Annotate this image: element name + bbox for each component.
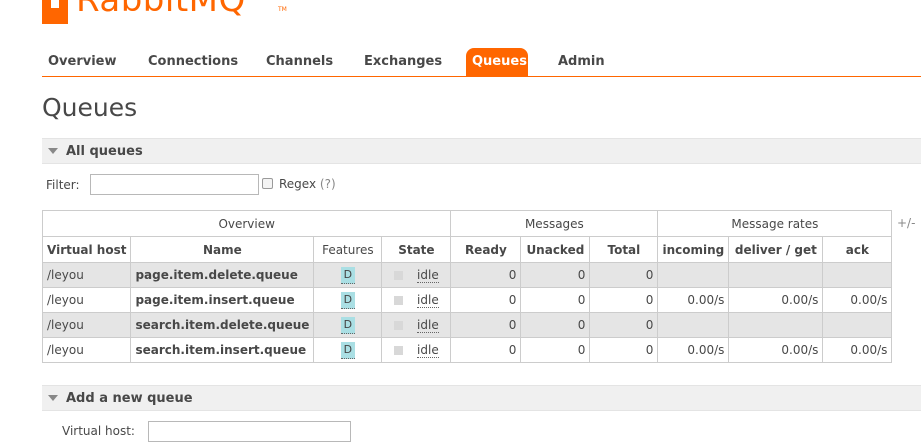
cell-ready: 0 [450, 337, 522, 363]
queues-table: Overview Messages Message rates Virtual … [41, 210, 893, 363]
regex-label-text: Regex [279, 177, 317, 191]
state-text: idle [417, 318, 439, 333]
all-queues-section-toggle[interactable]: All queues [42, 138, 921, 164]
group-message-rates: Message rates [657, 210, 893, 237]
add-queue-section-toggle[interactable]: Add a new queue [42, 385, 921, 411]
cell-total: 0 [589, 337, 659, 363]
cell-state: idle [381, 312, 452, 338]
table-row: /leyou search.item.insert.queue D idle 0… [41, 337, 893, 363]
group-overview: Overview [41, 210, 452, 237]
col-name[interactable]: Name [130, 236, 315, 263]
cell-unacked: 0 [520, 312, 591, 338]
group-messages: Messages [450, 210, 659, 237]
queue-name-link[interactable]: page.item.delete.queue [130, 262, 315, 288]
cell-vhost: /leyou [41, 312, 132, 338]
cell-incoming [657, 262, 730, 288]
cell-ack: 0.00/s [822, 287, 893, 313]
state-text: idle [417, 343, 439, 358]
durable-badge: D [340, 316, 356, 334]
durable-badge: D [340, 341, 356, 359]
col-features: Features [313, 236, 383, 263]
add-queue-field-input[interactable] [148, 421, 351, 442]
cell-vhost: /leyou [41, 262, 132, 288]
cell-ack [822, 262, 893, 288]
col-total[interactable]: Total [589, 236, 659, 263]
durable-badge: D [340, 266, 356, 284]
col-ack[interactable]: ack [822, 236, 893, 263]
cell-incoming [657, 312, 730, 338]
col-deliver-get[interactable]: deliver / get [728, 236, 824, 263]
col-virtual-host[interactable]: Virtual host [41, 236, 132, 263]
regex-label: Regex (?) [279, 177, 336, 191]
tab-connections[interactable]: Connections [142, 48, 244, 76]
column-toggle-button[interactable]: +/- [897, 216, 915, 230]
queue-name-link[interactable]: search.item.delete.queue [130, 312, 315, 338]
cell-state: idle [381, 262, 452, 288]
cell-deliver-get: 0.00/s [728, 287, 824, 313]
all-queues-title: All queues [66, 144, 143, 159]
cell-vhost: /leyou [41, 287, 132, 313]
cell-unacked: 0 [520, 287, 591, 313]
state-indicator-icon [394, 271, 404, 280]
cell-vhost: /leyou [41, 337, 132, 363]
collapse-arrow-icon [48, 148, 58, 154]
cell-ready: 0 [450, 262, 522, 288]
rabbitmq-logo-icon [42, 0, 68, 24]
cell-ready: 0 [450, 287, 522, 313]
durable-badge: D [340, 291, 356, 309]
state-indicator-icon [394, 321, 404, 330]
cell-unacked: 0 [520, 337, 591, 363]
cell-unacked: 0 [520, 262, 591, 288]
col-ready[interactable]: Ready [450, 236, 522, 263]
cell-incoming: 0.00/s [657, 287, 730, 313]
regex-help-link[interactable]: (?) [320, 177, 336, 191]
filter-input[interactable] [90, 174, 259, 195]
cell-ready: 0 [450, 312, 522, 338]
tab-overview[interactable]: Overview [42, 48, 123, 76]
cell-state: idle [381, 337, 452, 363]
cell-ack [822, 312, 893, 338]
add-queue-field-label: Virtual host: [62, 424, 135, 438]
col-incoming[interactable]: incoming [657, 236, 730, 263]
cell-ack: 0.00/s [822, 337, 893, 363]
cell-state: idle [381, 287, 452, 313]
collapse-arrow-icon [48, 395, 58, 401]
state-indicator-icon [394, 296, 404, 305]
state-text: idle [417, 268, 439, 283]
logo-trademark: TM [278, 6, 287, 13]
col-unacked[interactable]: Unacked [520, 236, 591, 263]
cell-features: D [313, 312, 383, 338]
add-queue-title: Add a new queue [66, 391, 193, 406]
cell-incoming: 0.00/s [657, 337, 730, 363]
cell-deliver-get [728, 312, 824, 338]
cell-features: D [313, 262, 383, 288]
logo-text: RabbitMQ [76, 0, 246, 20]
cell-deliver-get: 0.00/s [728, 337, 824, 363]
tab-queues[interactable]: Queues [466, 48, 528, 76]
queue-name-link[interactable]: page.item.insert.queue [130, 287, 315, 313]
cell-total: 0 [589, 287, 659, 313]
tab-exchanges[interactable]: Exchanges [358, 48, 448, 76]
cell-features: D [313, 337, 383, 363]
tab-admin[interactable]: Admin [552, 48, 611, 76]
main-nav: Overview Connections Channels Exchanges … [42, 48, 921, 77]
tab-channels[interactable]: Channels [260, 48, 339, 76]
cell-total: 0 [589, 312, 659, 338]
regex-checkbox[interactable] [262, 178, 273, 189]
cell-total: 0 [589, 262, 659, 288]
table-row: /leyou page.item.insert.queue D idle 0 0… [41, 287, 893, 313]
state-indicator-icon [394, 346, 404, 355]
table-row: /leyou search.item.delete.queue D idle 0… [41, 312, 893, 338]
state-text: idle [417, 293, 439, 308]
table-row: /leyou page.item.delete.queue D idle 0 0… [41, 262, 893, 288]
filter-label: Filter: [46, 178, 80, 192]
cell-deliver-get [728, 262, 824, 288]
queue-name-link[interactable]: search.item.insert.queue [130, 337, 315, 363]
cell-features: D [313, 287, 383, 313]
col-state[interactable]: State [381, 236, 452, 263]
page-title: Queues [42, 93, 138, 122]
